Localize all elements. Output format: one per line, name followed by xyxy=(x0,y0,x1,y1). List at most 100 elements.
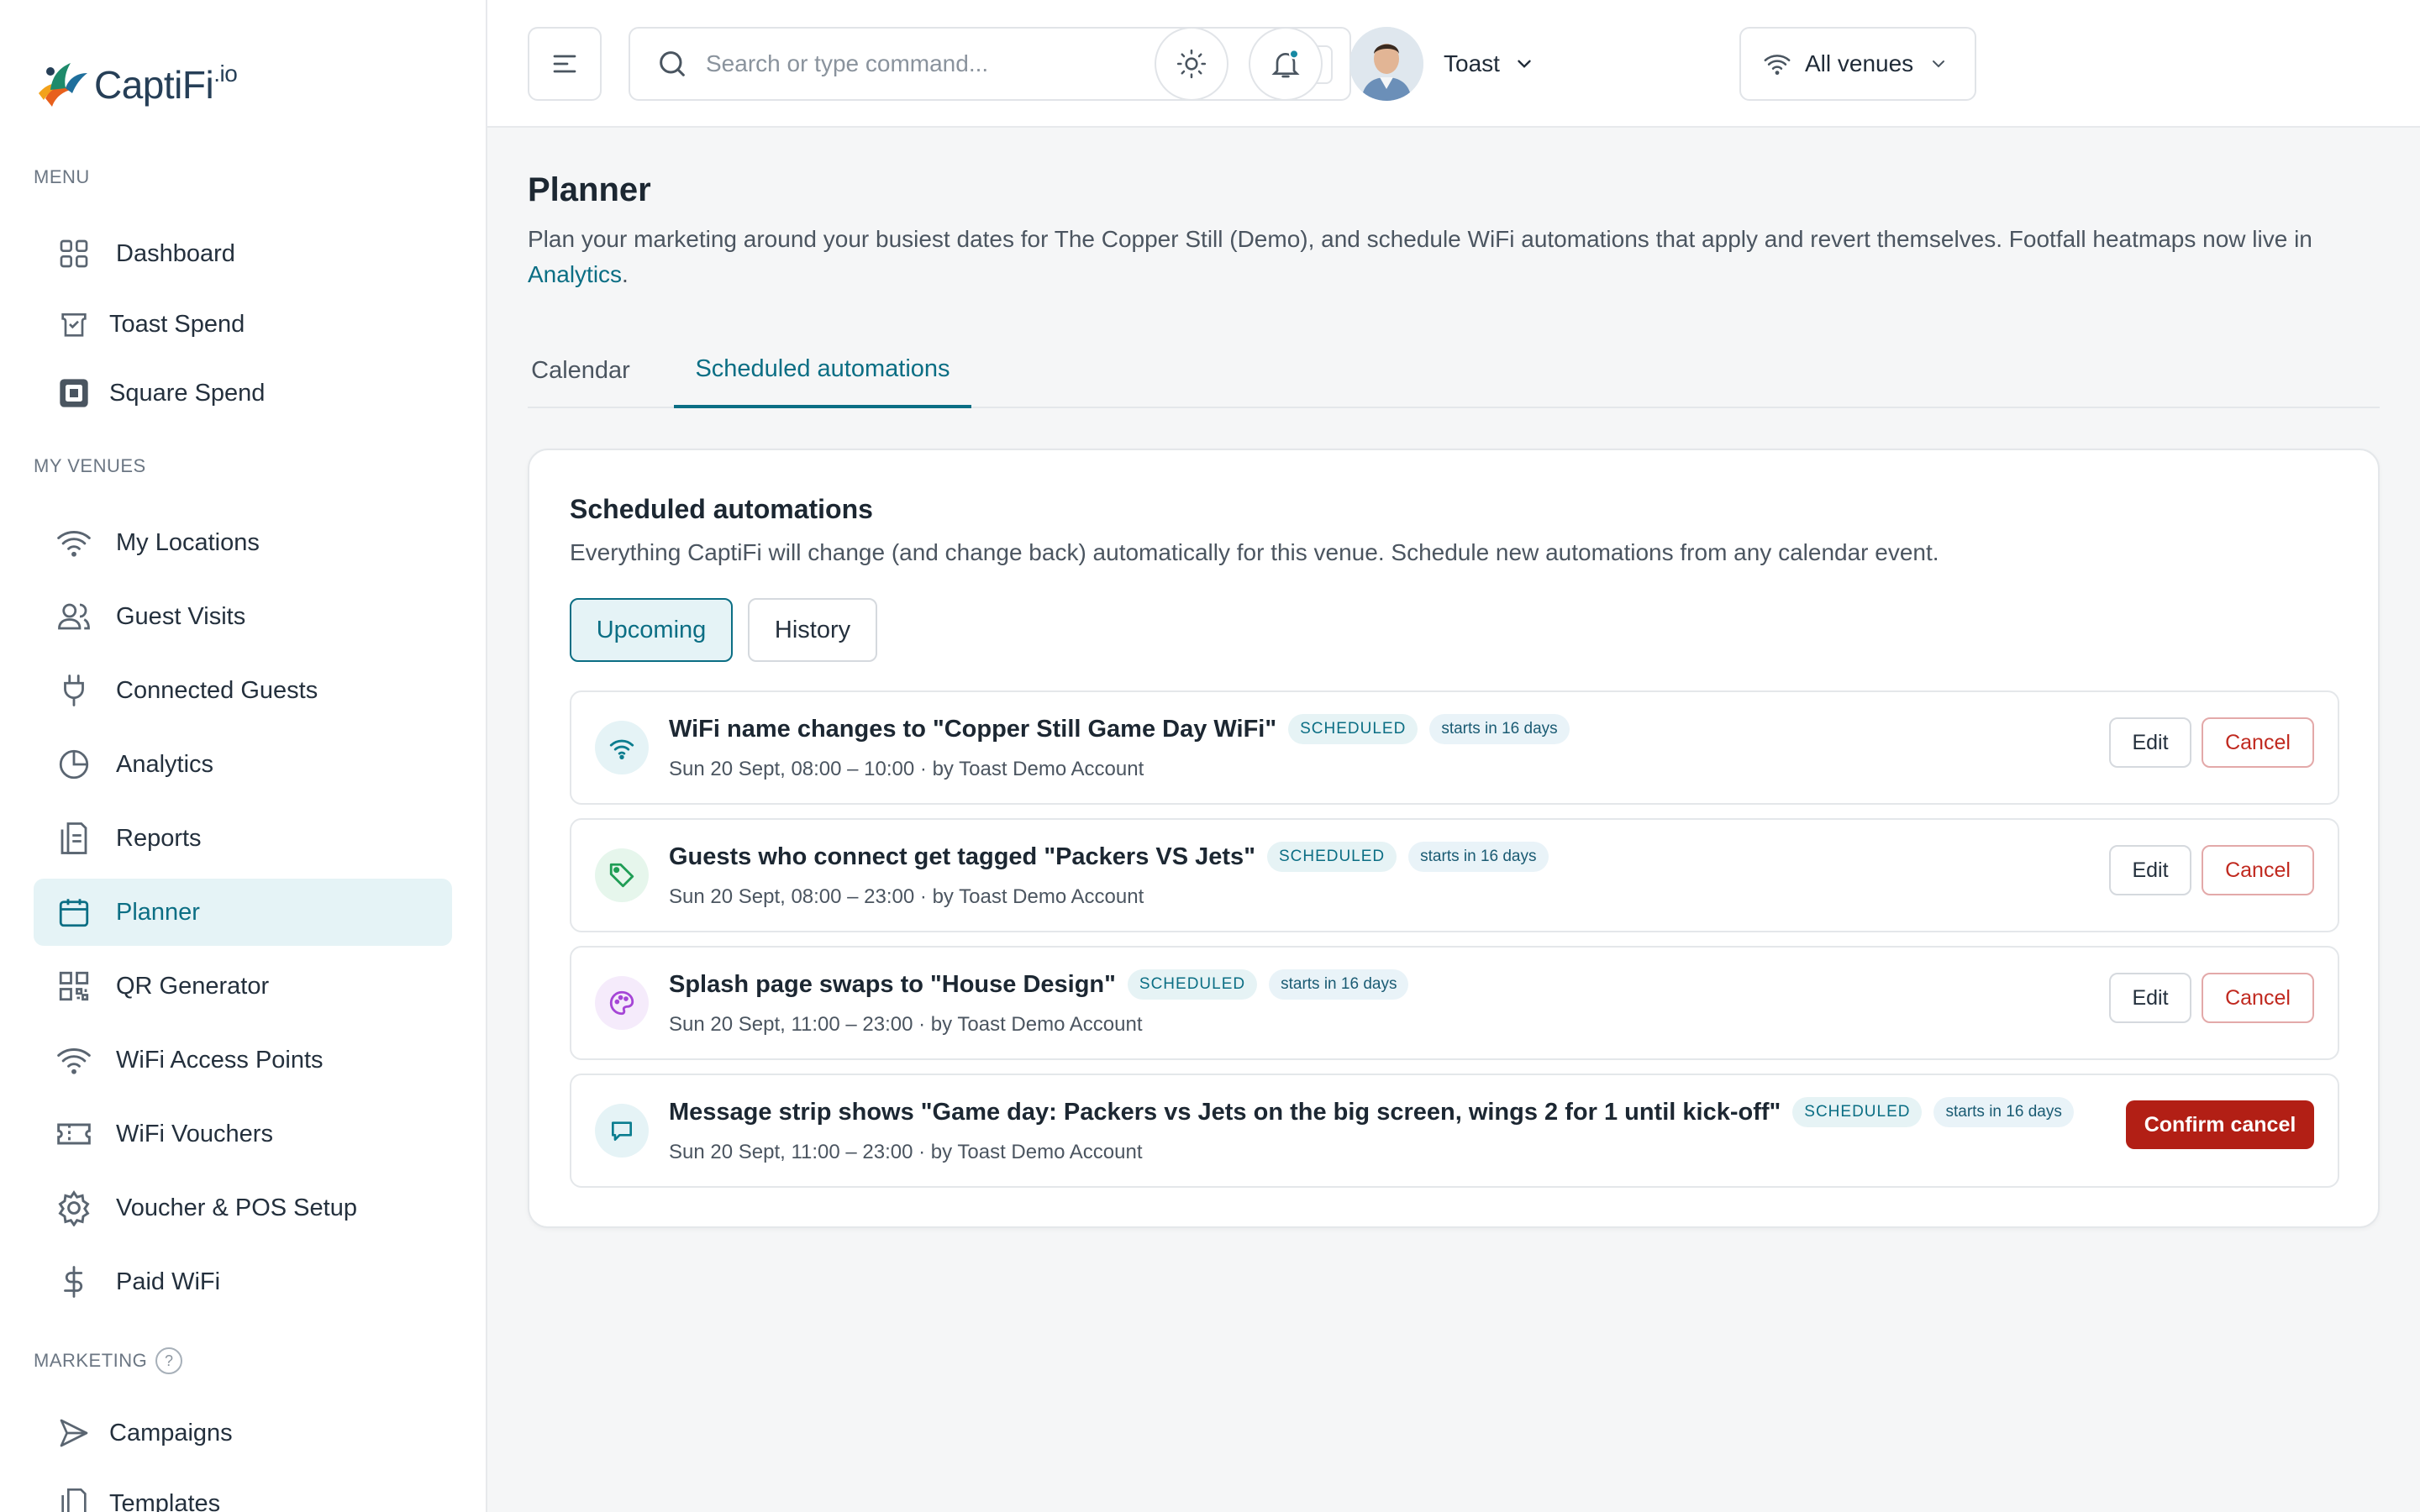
chevron-down-icon xyxy=(1933,60,1945,68)
tab-scheduled-automations[interactable]: Scheduled automations xyxy=(674,333,971,408)
sidebar-item-label: Campaigns xyxy=(109,1419,233,1446)
card-description: Everything CaptiFi will change (and chan… xyxy=(570,539,1939,565)
sidebar-item-reports[interactable]: Reports xyxy=(34,805,452,872)
venue-select[interactable]: All venues xyxy=(1739,27,1976,101)
sun-icon xyxy=(1176,49,1207,79)
user-menu[interactable]: Toast xyxy=(1349,25,1535,102)
sidebar-item-paid-wifi[interactable]: Paid WiFi xyxy=(34,1248,452,1315)
sidebar-item-label: Reports xyxy=(116,824,202,852)
sidebar-item-label: WiFi Vouchers xyxy=(116,1120,273,1147)
chevron-down-icon xyxy=(1518,60,1531,68)
tab-calendar[interactable]: Calendar xyxy=(531,333,630,408)
sidebar-item-label: Voucher & POS Setup xyxy=(116,1194,357,1221)
automation-meta: Sun 20 Sept, 08:00 – 23:00 · by Toast De… xyxy=(669,885,1144,908)
sidebar-item-qr-generator[interactable]: QR Generator xyxy=(34,953,452,1020)
sidebar-item-label: Dashboard xyxy=(116,239,235,267)
sidebar-item-connected-guests[interactable]: Connected Guests xyxy=(34,657,452,724)
captifi-bird-icon xyxy=(39,63,87,107)
status-badge: SCHEDULED xyxy=(1288,714,1418,744)
starts-in-badge: starts in 16 days xyxy=(1429,714,1570,744)
gear-icon xyxy=(54,1188,94,1228)
palette-icon xyxy=(595,976,649,1030)
toast-icon xyxy=(54,304,94,344)
automation-row: WiFi name changes to "Copper Still Game … xyxy=(570,690,2339,805)
status-badge: SCHEDULED xyxy=(1127,969,1258,1000)
grid-icon xyxy=(54,234,94,274)
brand-name: CaptiFi.io xyxy=(94,60,238,107)
template-icon xyxy=(54,1483,94,1512)
sidebar-item-analytics[interactable]: Analytics xyxy=(34,731,452,798)
sidebar-item-label: My Locations xyxy=(116,528,260,556)
users-icon xyxy=(54,596,94,637)
sidebar-item-toast-spend[interactable]: Toast Spend xyxy=(34,291,452,358)
qr-icon xyxy=(54,966,94,1006)
edit-button[interactable]: Edit xyxy=(2109,845,2191,895)
sidebar-item-label: Guest Visits xyxy=(116,602,246,630)
cancel-button[interactable]: Cancel xyxy=(2202,717,2314,768)
filter-history-button[interactable]: History xyxy=(748,598,877,662)
menu-section-label: MENU xyxy=(34,166,90,187)
avatar xyxy=(1349,27,1423,101)
sidebar-item-label: Square Spend xyxy=(109,379,266,407)
plug-icon xyxy=(54,670,94,711)
edit-button[interactable]: Edit xyxy=(2109,973,2191,1023)
automation-title: Splash page swaps to "House Design" xyxy=(669,970,1116,998)
menu-toggle-button[interactable] xyxy=(528,27,602,101)
sidebar-item-my-locations[interactable]: My Locations xyxy=(34,509,452,576)
starts-in-badge: starts in 16 days xyxy=(1408,842,1549,872)
user-name: Toast xyxy=(1444,50,1500,76)
automation-row: Message strip shows "Game day: Packers v… xyxy=(570,1074,2339,1188)
sidebar-item-guest-visits[interactable]: Guest Visits xyxy=(34,583,452,650)
starts-in-badge: starts in 16 days xyxy=(1269,969,1409,1000)
menu-icon xyxy=(553,55,576,73)
ticket-icon xyxy=(54,1114,94,1154)
sidebar-item-templates[interactable]: Templates xyxy=(34,1470,452,1512)
cancel-button[interactable]: Cancel xyxy=(2202,973,2314,1023)
sidebar-item-planner[interactable]: Planner xyxy=(34,879,452,946)
wifi-icon xyxy=(595,721,649,774)
scheduled-automations-card: Scheduled automations Everything CaptiFi… xyxy=(528,449,2380,1228)
sidebar-item-label: Templates xyxy=(109,1489,221,1512)
automation-meta: Sun 20 Sept, 08:00 – 10:00 · by Toast De… xyxy=(669,758,1144,780)
sidebar-item-square-spend[interactable]: Square Spend xyxy=(34,360,452,427)
wifi-icon xyxy=(1764,55,1791,76)
planner-tabs: Calendar Scheduled automations xyxy=(528,333,2380,408)
dollar-icon xyxy=(54,1262,94,1302)
search-input[interactable]: Search or type command... xyxy=(706,50,988,77)
edit-button[interactable]: Edit xyxy=(2109,717,2191,768)
sidebar-item-wifi-vouchers[interactable]: WiFi Vouchers xyxy=(34,1100,452,1168)
confirm-cancel-button[interactable]: Confirm cancel xyxy=(2126,1100,2314,1149)
page-description: Plan your marketing around your busiest … xyxy=(528,226,2312,287)
sidebar-item-wifi-access-points[interactable]: WiFi Access Points xyxy=(34,1026,452,1094)
automation-title: WiFi name changes to "Copper Still Game … xyxy=(669,715,1277,743)
sidebar-item-label: QR Generator xyxy=(116,972,270,1000)
analytics-link[interactable]: Analytics xyxy=(528,261,622,287)
status-badge: SCHEDULED xyxy=(1792,1097,1923,1127)
page-title: Planner xyxy=(528,171,651,208)
theme-toggle-button[interactable] xyxy=(1155,27,1228,101)
venue-select-value: All venues xyxy=(1805,50,1914,76)
help-icon[interactable]: ? xyxy=(155,1347,183,1374)
wifi-icon xyxy=(54,1040,94,1080)
top-header: Search or type command... ⌘K All venues … xyxy=(487,0,2420,128)
sidebar-item-voucher-pos-setup[interactable]: Voucher & POS Setup xyxy=(34,1174,452,1242)
sidebar-item-label: Paid WiFi xyxy=(116,1268,221,1295)
automation-title: Guests who connect get tagged "Packers V… xyxy=(669,843,1255,870)
sidebar-item-campaigns[interactable]: Campaigns xyxy=(34,1399,452,1467)
marketing-section-label: MARKETING ? xyxy=(34,1347,183,1374)
notifications-button[interactable] xyxy=(1249,27,1323,101)
cancel-button[interactable]: Cancel xyxy=(2202,845,2314,895)
filter-upcoming-button[interactable]: Upcoming xyxy=(570,598,733,662)
bell-icon xyxy=(1271,49,1300,78)
automation-meta: Sun 20 Sept, 11:00 – 23:00 · by Toast De… xyxy=(669,1141,1143,1163)
sidebar-item-dashboard[interactable]: Dashboard xyxy=(34,220,452,287)
square-icon xyxy=(54,373,94,413)
automation-title: Message strip shows "Game day: Packers v… xyxy=(669,1098,1781,1126)
message-icon xyxy=(595,1104,649,1158)
sidebar-item-label: Analytics xyxy=(116,750,214,778)
tag-icon xyxy=(595,848,649,902)
search-bar[interactable]: Search or type command... ⌘K xyxy=(629,27,1351,101)
send-icon xyxy=(54,1413,94,1453)
sidebar-item-label: Toast Spend xyxy=(109,310,245,338)
captifi-logo[interactable]: CaptiFi.io xyxy=(34,50,238,118)
